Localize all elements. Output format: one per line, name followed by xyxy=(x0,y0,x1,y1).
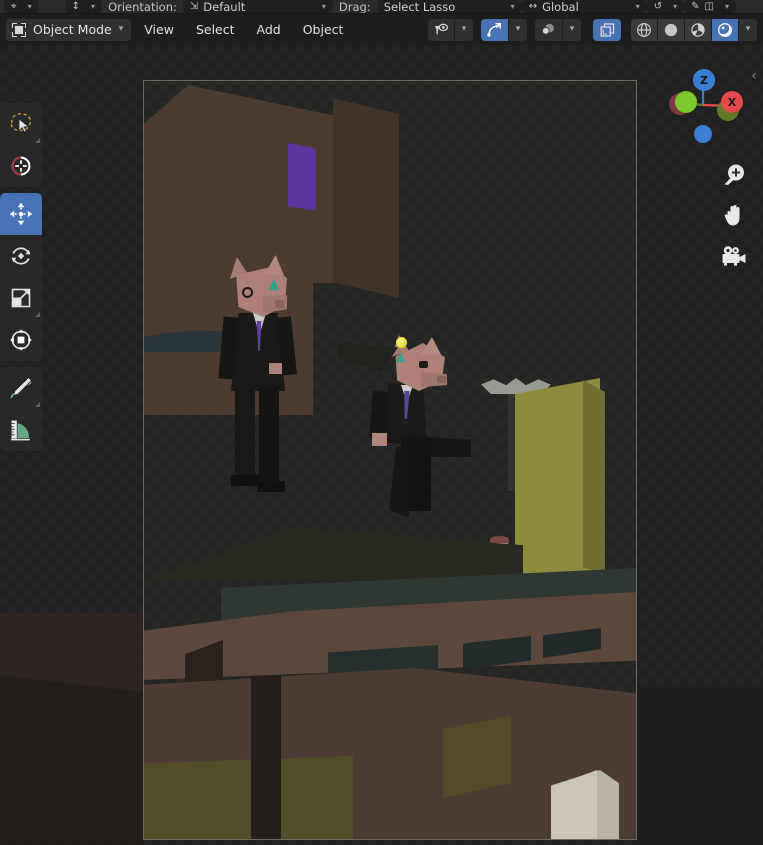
zoom-icon[interactable] xyxy=(719,160,749,190)
mode-label: Object Mode xyxy=(33,22,112,37)
menu-object[interactable]: Object xyxy=(294,19,353,41)
gizmo-axis-z[interactable]: Z xyxy=(693,69,715,91)
pencil-icon: ✎ xyxy=(691,0,700,12)
tool-expand-corner[interactable] xyxy=(35,138,40,143)
tool-expand-corner[interactable] xyxy=(35,312,40,317)
3d-viewport[interactable]: X Z ‹ xyxy=(0,45,763,845)
scene-character-1 xyxy=(213,255,308,515)
shading-modes-group: ▾ xyxy=(631,18,757,41)
pan-hand-icon[interactable] xyxy=(719,200,749,230)
object-mode-icon xyxy=(12,22,26,37)
proportional-group: ▾ xyxy=(535,18,581,41)
blender-window: ⌖ ▾ ↕ ▾ Orientation: ⇲ Default ▾ Drag: S… xyxy=(0,0,763,845)
shading-dropdown[interactable]: ▾ xyxy=(738,18,757,41)
ts-pivot[interactable]: ⌖ ▾ xyxy=(4,0,39,13)
toolbar-group-select xyxy=(0,103,42,187)
gizmo-axis-y[interactable] xyxy=(675,91,697,113)
ts-drag-label: Drag: xyxy=(338,0,371,14)
proportional-dropdown[interactable]: ▾ xyxy=(562,18,581,41)
transform-tool[interactable] xyxy=(0,319,42,361)
solid-shading-icon[interactable] xyxy=(657,18,684,41)
orientation-icon: ⇲ xyxy=(189,0,199,12)
ts-orientation-value[interactable]: ⇲ Default ▾ xyxy=(182,0,333,13)
rotate-tool[interactable] xyxy=(0,235,42,277)
menu-view[interactable]: View xyxy=(135,19,183,41)
chevron-down-icon: ▾ xyxy=(118,24,124,34)
ts-transform-space[interactable]: ↔ Global ▾ xyxy=(521,0,647,13)
move-icon: ↔ xyxy=(528,0,538,12)
toolbar-group-annotate xyxy=(0,367,42,451)
gizmo-axis-x[interactable]: X xyxy=(721,91,743,113)
wireframe-shading-icon[interactable] xyxy=(631,18,657,41)
ts-drag-value[interactable]: Select Lasso ▾ xyxy=(376,0,522,13)
menu-select[interactable]: Select xyxy=(187,19,244,41)
measure-tool[interactable] xyxy=(0,409,42,451)
snap-icon: ↕ xyxy=(71,0,81,12)
scene-light-sphere xyxy=(396,337,407,348)
scale-tool[interactable] xyxy=(0,277,42,319)
annotate-tool[interactable] xyxy=(0,367,42,409)
visibility-dropdown[interactable]: ▾ xyxy=(454,18,473,41)
visibility-group: ▾ xyxy=(428,18,473,41)
tweak-select-box-tool[interactable] xyxy=(0,103,42,145)
object-visibility-icon[interactable] xyxy=(428,18,454,41)
overlays-group xyxy=(593,18,621,41)
toolbar-group-transform xyxy=(0,193,42,361)
rotate-icon: ↺ xyxy=(653,0,663,12)
gizmo-axis-neg-z[interactable] xyxy=(694,125,712,143)
show-overlays-icon[interactable] xyxy=(593,18,621,41)
tool-expand-corner[interactable] xyxy=(35,402,40,407)
tool-settings-strip: ⌖ ▾ ↕ ▾ Orientation: ⇲ Default ▾ Drag: S… xyxy=(0,0,763,14)
sidebar-toggle-arrow[interactable]: ‹ xyxy=(747,63,761,89)
ts-annotate[interactable]: ✎ ◫ ▾ xyxy=(684,0,736,13)
cursor-tool[interactable] xyxy=(0,145,42,187)
rendered-scene xyxy=(143,80,637,840)
snap-group: ▾ xyxy=(481,18,527,41)
menu-add[interactable]: Add xyxy=(248,19,290,41)
navigation-gizmo[interactable]: X Z xyxy=(659,61,745,147)
viewport-toolbar xyxy=(0,103,42,457)
proportional-editing-icon[interactable] xyxy=(535,18,562,41)
ts-orientation-label: Orientation: xyxy=(108,0,177,14)
mode-selector[interactable]: Object Mode ▾ xyxy=(6,18,132,41)
material-preview-icon[interactable] xyxy=(684,18,711,41)
scene-purple-door xyxy=(288,143,316,211)
camera-view-icon[interactable] xyxy=(719,240,749,270)
move-tool[interactable] xyxy=(0,193,42,235)
ts-snap[interactable]: ↕ ▾ xyxy=(64,0,103,13)
ruler-icon: ◫ xyxy=(704,0,714,12)
ts-rotate-mode[interactable]: ↺ ▾ xyxy=(646,0,685,13)
snap-dropdown[interactable]: ▾ xyxy=(508,18,527,41)
snap-magnet-icon[interactable] xyxy=(481,18,508,41)
pivot-icon: ⌖ xyxy=(11,0,17,12)
rendered-shading-icon[interactable] xyxy=(711,18,738,41)
viewport-header: Object Mode ▾ View Select Add Object ▾ ▾… xyxy=(0,14,763,45)
